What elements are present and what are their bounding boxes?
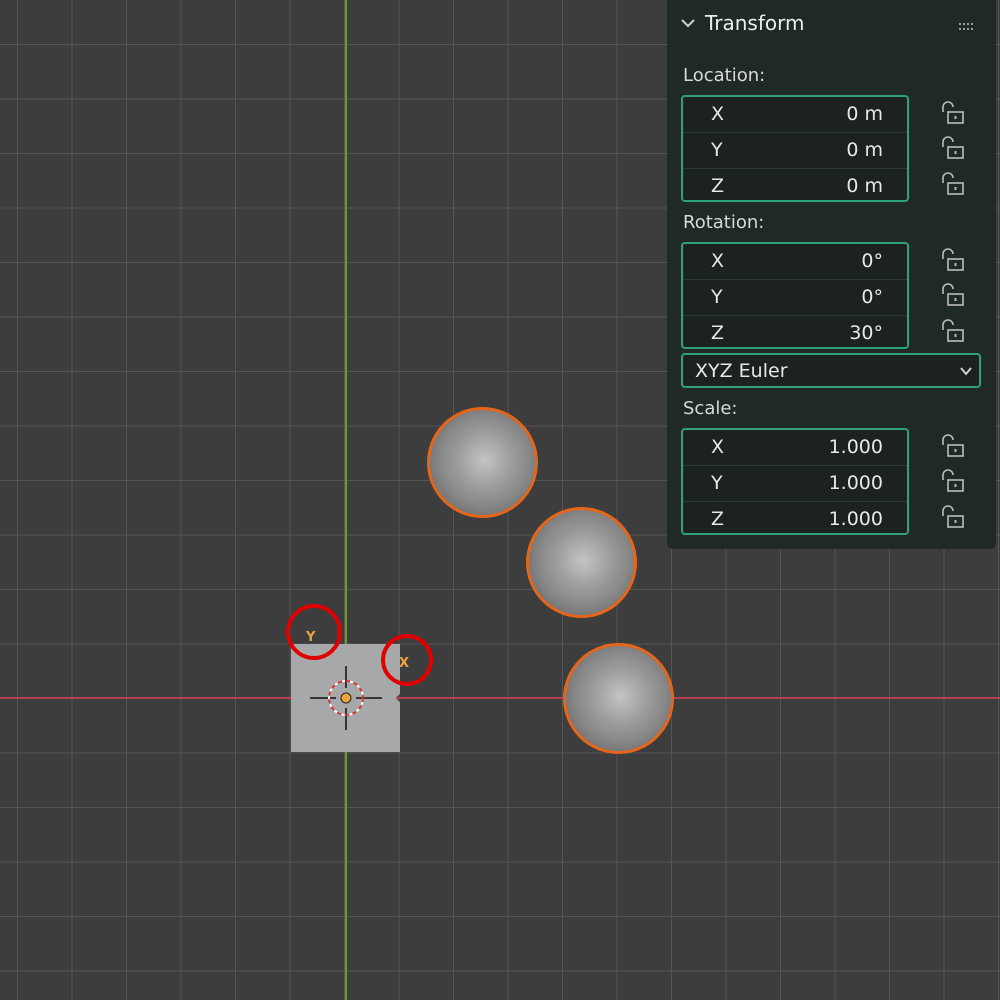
field-value: 0 m <box>846 139 883 161</box>
rotation-z-field[interactable]: Z 30° <box>683 316 907 347</box>
field-value: 30° <box>849 322 883 344</box>
rotation-mode-select[interactable]: XYZ Euler <box>681 353 981 388</box>
scale-fields: X 1.000 Y 1.000 Z 1.000 <box>681 428 909 535</box>
field-axis-label: X <box>711 436 725 458</box>
field-value: 0° <box>861 250 883 272</box>
field-axis-label: Y <box>711 472 723 494</box>
location-x-field[interactable]: X 0 m <box>683 97 907 133</box>
sphere-object-2[interactable] <box>526 507 637 618</box>
x-axis-line <box>0 697 1000 699</box>
sphere-object-3[interactable] <box>563 643 674 754</box>
annotation-circle-x <box>381 634 433 686</box>
lock-open-icon[interactable] <box>939 248 965 272</box>
location-fields: X 0 m Y 0 m Z 0 m <box>681 95 909 202</box>
annotation-circle-y <box>286 604 342 660</box>
field-axis-label: Z <box>711 175 725 197</box>
lock-open-icon[interactable] <box>939 283 965 307</box>
field-value: 1.000 <box>828 472 883 494</box>
field-value: 0 m <box>846 103 883 125</box>
field-axis-label: Y <box>711 286 723 308</box>
field-axis-label: Z <box>711 508 725 530</box>
panel-title: Transform <box>705 11 805 35</box>
rotation-y-field[interactable]: Y 0° <box>683 280 907 316</box>
location-y-field[interactable]: Y 0 m <box>683 133 907 169</box>
drag-grip-icon[interactable] <box>959 23 975 31</box>
scale-label: Scale: <box>683 398 738 419</box>
lock-open-icon[interactable] <box>939 469 965 493</box>
lock-open-icon[interactable] <box>939 136 965 160</box>
field-value: 0 m <box>846 175 883 197</box>
scale-y-field[interactable]: Y 1.000 <box>683 466 907 502</box>
field-axis-label: Z <box>711 322 725 344</box>
scale-z-field[interactable]: Z 1.000 <box>683 502 907 533</box>
location-label: Location: <box>683 65 766 86</box>
lock-open-icon[interactable] <box>939 505 965 529</box>
field-value: 0° <box>861 286 883 308</box>
field-value: 1.000 <box>828 508 883 530</box>
scale-x-field[interactable]: X 1.000 <box>683 430 907 466</box>
rotation-mode-value: XYZ Euler <box>695 360 788 382</box>
field-axis-label: X <box>711 103 725 125</box>
chevron-down-icon <box>960 367 972 376</box>
field-value: 1.000 <box>828 436 883 458</box>
lock-open-icon[interactable] <box>939 172 965 196</box>
rotation-x-field[interactable]: X 0° <box>683 244 907 280</box>
sphere-object-1[interactable] <box>427 407 538 518</box>
lock-open-icon[interactable] <box>939 101 965 125</box>
rotation-fields: X 0° Y 0° Z 30° <box>681 242 909 349</box>
panel-header[interactable]: Transform <box>679 8 989 38</box>
field-axis-label: X <box>711 250 725 272</box>
lock-open-icon[interactable] <box>939 319 965 343</box>
object-origin-icon[interactable] <box>310 662 382 734</box>
field-axis-label: Y <box>711 139 723 161</box>
y-axis-line <box>345 0 347 1000</box>
lock-open-icon[interactable] <box>939 434 965 458</box>
location-z-field[interactable]: Z 0 m <box>683 169 907 200</box>
rotation-label: Rotation: <box>683 212 765 233</box>
transform-panel: Transform Location: X 0 m Y 0 m Z 0 m Ro… <box>667 0 996 549</box>
chevron-down-icon[interactable] <box>679 14 697 32</box>
